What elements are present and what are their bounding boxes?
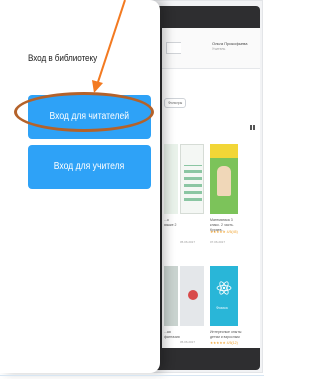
readers-login-button[interactable]: Вход для читателей <box>28 95 151 139</box>
book-cover[interactable] <box>164 144 178 214</box>
login-title: Вход в библиотеку <box>28 53 98 64</box>
book-date: 05.06.2017 <box>180 240 196 244</box>
book-cover[interactable] <box>180 266 204 326</box>
library-app-window: Ольга Прокофьева Учитель Фильтры ...о яз… <box>162 28 260 348</box>
cover-pattern <box>184 165 202 201</box>
cover-illustration <box>217 166 231 196</box>
user-name[interactable]: Ольга Прокофьева <box>212 41 247 46</box>
grid-view-icon[interactable] <box>250 117 256 130</box>
user-role: Учитель <box>212 47 226 51</box>
app-top-bar: Ольга Прокофьева Учитель <box>162 28 260 69</box>
book-cover[interactable]: Физика <box>210 266 238 326</box>
readers-login-label: Вход для читателей <box>49 111 130 122</box>
book-date: 05.06.2017 <box>180 340 196 344</box>
book-rating: ★★★★★ 4/5(45) <box>210 230 238 234</box>
cover-title-strip <box>210 144 238 158</box>
filter-button[interactable]: Фильтры <box>164 98 187 108</box>
search-box[interactable] <box>166 42 181 54</box>
teacher-login-button[interactable]: Вход для учителя <box>28 145 151 189</box>
book-cover[interactable] <box>210 144 238 214</box>
play-icon <box>188 290 198 300</box>
book-title[interactable]: ...о языке 2 <box>164 218 178 228</box>
book-title[interactable]: ...ая фантазия <box>164 330 180 340</box>
atom-icon <box>216 281 232 295</box>
login-panel: Вход в библиотеку Вход для читателей Вхо… <box>0 0 160 373</box>
laptop-screen: Ольга Прокофьева Учитель Фильтры ...о яз… <box>148 6 260 370</box>
bottom-divider <box>0 375 264 376</box>
book-date: 07.06.2017 <box>210 240 226 244</box>
cover-label: Физика <box>216 306 228 310</box>
teacher-login-label: Вход для учителя <box>54 161 125 172</box>
book-rating: ★★★★★ 4/5(12) <box>210 341 238 345</box>
book-cover[interactable] <box>164 266 178 326</box>
book-cover[interactable] <box>180 144 204 214</box>
book-title[interactable]: Интересные опыты детям и взрослым <box>210 330 244 340</box>
